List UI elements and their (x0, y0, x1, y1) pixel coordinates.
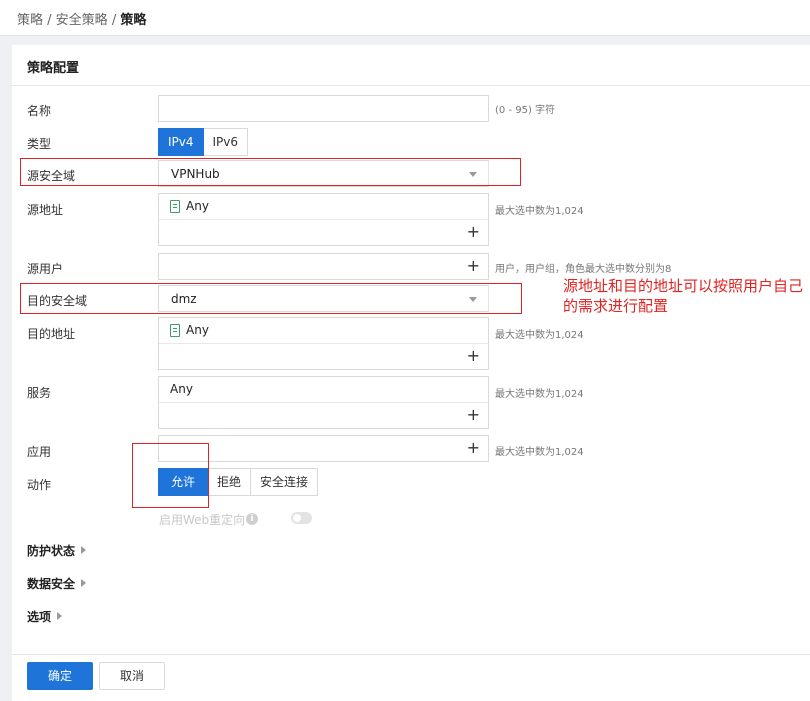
breadcrumb-item-security-policy[interactable]: 安全策略 (56, 13, 108, 28)
src-user-field[interactable]: + (158, 253, 489, 280)
name-input[interactable] (158, 95, 489, 122)
dst-addr-field[interactable]: Any + (158, 317, 489, 370)
annotation-box-action-allow (132, 443, 209, 508)
annotation-box-src-zone (20, 158, 521, 186)
dst-addr-label: 目的地址 (27, 327, 76, 341)
breadcrumb: 策略 / 安全策略 / 策略 (17, 13, 147, 28)
src-user-label: 源用户 (27, 262, 64, 276)
action-secure-connect-option[interactable]: 安全连接 (251, 468, 319, 496)
policy-config-panel: 策略配置 名称 (0 - 95) 字符 类型 IPv4 IPv6 源安全域 VP… (12, 45, 810, 701)
app-label: 应用 (27, 445, 52, 459)
name-label: 名称 (27, 104, 52, 118)
add-src-user-icon[interactable]: + (467, 257, 480, 275)
src-addr-item[interactable]: Any (159, 194, 488, 220)
ip-type-toggle: IPv4 IPv6 (158, 128, 249, 156)
address-object-icon (170, 324, 180, 337)
action-label: 动作 (27, 478, 52, 492)
annotation-box-dst-zone (20, 283, 522, 314)
form-footer: 确定 取消 (12, 654, 810, 701)
panel-title: 策略配置 (27, 61, 80, 76)
add-src-addr-icon[interactable]: + (467, 223, 480, 241)
cancel-button[interactable]: 取消 (99, 662, 165, 690)
service-hint: 最大选中数为1,024 (495, 389, 584, 400)
app-hint: 最大选中数为1,024 (495, 447, 584, 458)
panel-header: 策略配置 (12, 45, 810, 86)
src-user-hint: 用户，用户组，角色最大选中数分别为8 (495, 264, 672, 275)
section-protection-status[interactable]: 防护状态 (27, 542, 87, 559)
dst-addr-item[interactable]: Any (159, 318, 488, 344)
add-service-icon[interactable]: + (467, 406, 480, 424)
service-item[interactable]: Any (159, 377, 488, 403)
src-addr-value: Any (186, 199, 209, 213)
add-dst-addr-icon[interactable]: + (467, 347, 480, 365)
src-addr-hint: 最大选中数为1,024 (495, 206, 584, 217)
dst-addr-value: Any (186, 323, 209, 337)
address-object-icon (170, 200, 180, 213)
breadcrumb-current: 策略 (120, 13, 147, 28)
web-redirect-toggle[interactable] (291, 512, 312, 524)
section-options[interactable]: 选项 (27, 608, 63, 625)
web-redirect-label: 启用Web重定向 (159, 513, 246, 527)
caret-right-icon (57, 612, 63, 620)
dst-addr-hint: 最大选中数为1,024 (495, 330, 584, 341)
caret-right-icon (81, 579, 87, 587)
name-hint: (0 - 95) 字符 (495, 105, 556, 116)
top-bar: 策略 / 安全策略 / 策略 (0, 0, 810, 36)
ipv6-option[interactable]: IPv6 (203, 128, 249, 156)
src-addr-label: 源地址 (27, 203, 64, 217)
service-field[interactable]: Any + (158, 376, 489, 429)
type-label: 类型 (27, 137, 52, 151)
src-addr-field[interactable]: Any + (158, 193, 489, 246)
annotation-text: 源地址和目的地址可以按照用户自己的需求进行配置 (563, 277, 804, 315)
action-deny-option[interactable]: 拒绝 (208, 468, 252, 496)
add-app-icon[interactable]: + (467, 439, 480, 457)
service-label: 服务 (27, 386, 52, 400)
confirm-button[interactable]: 确定 (27, 662, 93, 690)
caret-right-icon (81, 546, 87, 554)
service-value: Any (170, 382, 193, 396)
breadcrumb-item-policy[interactable]: 策略 (17, 13, 43, 28)
info-icon: i (246, 513, 258, 525)
section-data-security[interactable]: 数据安全 (27, 575, 87, 592)
ipv4-option[interactable]: IPv4 (158, 128, 204, 156)
